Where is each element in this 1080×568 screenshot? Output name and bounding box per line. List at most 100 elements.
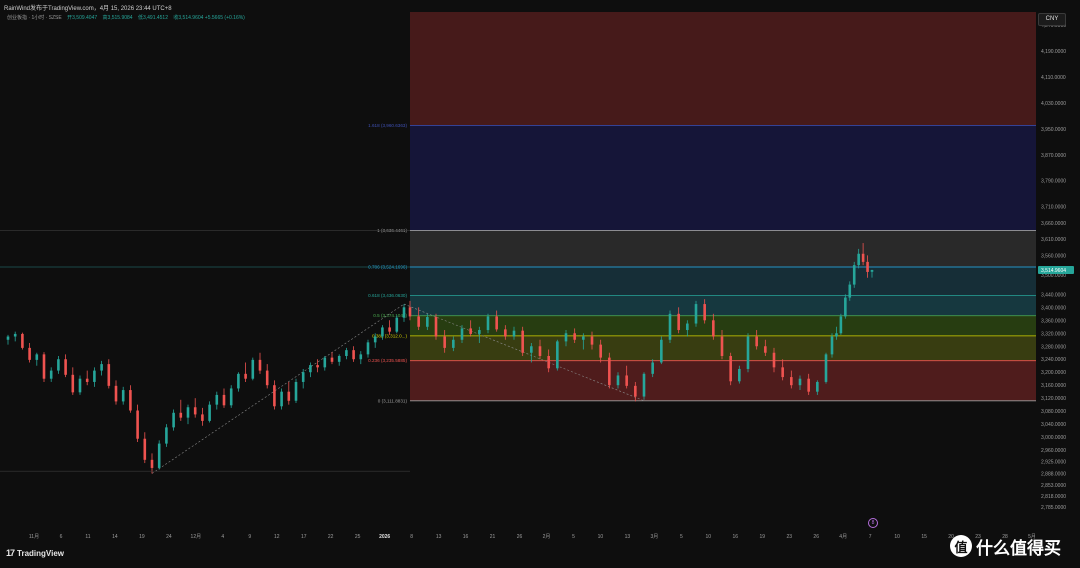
candle-body[interactable] [866, 261, 869, 272]
candle-body[interactable] [165, 427, 168, 444]
candle-body[interactable] [538, 346, 542, 356]
candle-body[interactable] [13, 333, 17, 337]
candle-body[interactable] [172, 412, 175, 428]
candle-body[interactable] [738, 368, 741, 382]
candle-body[interactable] [452, 339, 455, 348]
candle-body[interactable] [573, 333, 576, 340]
candle-body[interactable] [114, 385, 118, 402]
candle-body[interactable] [634, 385, 637, 397]
candle-body[interactable] [746, 336, 750, 369]
candle-body[interactable] [861, 253, 865, 262]
candle-body[interactable] [49, 370, 53, 379]
candle-body[interactable] [143, 438, 147, 460]
candle-body[interactable] [720, 336, 724, 356]
candle-body[interactable] [764, 346, 767, 353]
candle-body[interactable] [330, 357, 334, 362]
candle-body[interactable] [57, 359, 60, 371]
candle-body[interactable] [301, 372, 305, 382]
candle-body[interactable] [107, 364, 111, 386]
candle-body[interactable] [157, 443, 161, 468]
candle-body[interactable] [772, 352, 776, 368]
candle-body[interactable] [294, 381, 298, 401]
candle-body[interactable] [71, 374, 75, 393]
candle-body[interactable] [839, 316, 843, 334]
candle-body[interactable] [42, 354, 46, 379]
legend-symbol[interactable]: 创业板指 · 1小时 · SZSE [7, 15, 62, 21]
candle-body[interactable] [556, 341, 559, 369]
currency-button[interactable]: CNY [1038, 13, 1066, 26]
candle-body[interactable] [852, 265, 856, 285]
candle-body[interactable] [512, 330, 516, 337]
candle-body[interactable] [345, 350, 348, 356]
candle-body[interactable] [521, 330, 524, 353]
candle-body[interactable] [590, 336, 594, 345]
candle-body[interactable] [395, 317, 399, 332]
candle-body[interactable] [460, 328, 464, 340]
candle-body[interactable] [781, 367, 784, 378]
candle-body[interactable] [599, 344, 602, 358]
candle-body[interactable] [265, 370, 269, 386]
candle-body[interactable] [835, 333, 838, 337]
candle-body[interactable] [755, 336, 758, 347]
candle-body[interactable] [790, 377, 793, 386]
candle-body[interactable] [417, 316, 420, 327]
candle-body[interactable] [222, 394, 226, 406]
candle-body[interactable] [504, 329, 507, 337]
candle-body[interactable] [150, 459, 154, 468]
candle-body[interactable] [478, 330, 481, 334]
candle-body[interactable] [848, 284, 852, 298]
candle-body[interactable] [28, 347, 31, 360]
candle-body[interactable] [280, 391, 283, 407]
candle-body[interactable] [323, 357, 327, 368]
candle-body[interactable] [93, 370, 96, 382]
candle-body[interactable] [824, 354, 828, 382]
candle-body[interactable] [273, 385, 276, 407]
candle-body[interactable] [381, 327, 384, 337]
candle-body[interactable] [651, 362, 654, 374]
candle-body[interactable] [373, 336, 377, 343]
candle-body[interactable] [186, 407, 190, 418]
candle-body[interactable] [100, 364, 103, 371]
candle-body[interactable] [807, 378, 810, 392]
candle-body[interactable] [237, 373, 240, 389]
candle-body[interactable] [729, 355, 732, 382]
candle-body[interactable] [359, 354, 363, 360]
candle-body[interactable] [193, 407, 197, 415]
candle-body[interactable] [798, 378, 802, 386]
candle-body[interactable] [35, 354, 39, 360]
candle-body[interactable] [121, 390, 125, 402]
candle-body[interactable] [402, 307, 406, 318]
candle-body[interactable] [686, 323, 689, 331]
candle-body[interactable] [564, 333, 568, 342]
candle-body[interactable] [179, 412, 183, 418]
candle-body[interactable] [244, 373, 247, 379]
candle-body[interactable] [64, 359, 67, 375]
candle-body[interactable] [352, 350, 355, 360]
candle-body[interactable] [857, 253, 860, 266]
candle-body[interactable] [469, 328, 472, 334]
candle-body[interactable] [129, 390, 132, 411]
candle-body[interactable] [668, 313, 672, 340]
candle-body[interactable] [712, 320, 715, 337]
candle-body[interactable] [694, 304, 698, 324]
candle-body[interactable] [229, 388, 233, 406]
candle-body[interactable] [582, 336, 585, 340]
candle-body[interactable] [830, 336, 834, 355]
candle-body[interactable] [486, 316, 490, 331]
candle-body[interactable] [337, 355, 341, 362]
candle-body[interactable] [608, 357, 611, 386]
candle-body[interactable] [287, 391, 291, 401]
candle-body[interactable] [844, 297, 847, 317]
trend-line-up[interactable] [151, 303, 405, 474]
candle-body[interactable] [258, 359, 262, 371]
candle-body[interactable] [201, 414, 204, 421]
candle-body[interactable] [85, 378, 89, 382]
candle-body[interactable] [309, 365, 312, 373]
candle-body[interactable] [136, 410, 139, 439]
candle-body[interactable] [388, 327, 391, 332]
price-chart[interactable]: 0 (3,111.8831)0.236 (3,235.5885)0.382 (3… [0, 0, 1080, 568]
candle-body[interactable] [660, 339, 663, 363]
candle-body[interactable] [616, 375, 620, 386]
candle-body[interactable] [316, 365, 319, 368]
candle-body[interactable] [547, 355, 550, 369]
